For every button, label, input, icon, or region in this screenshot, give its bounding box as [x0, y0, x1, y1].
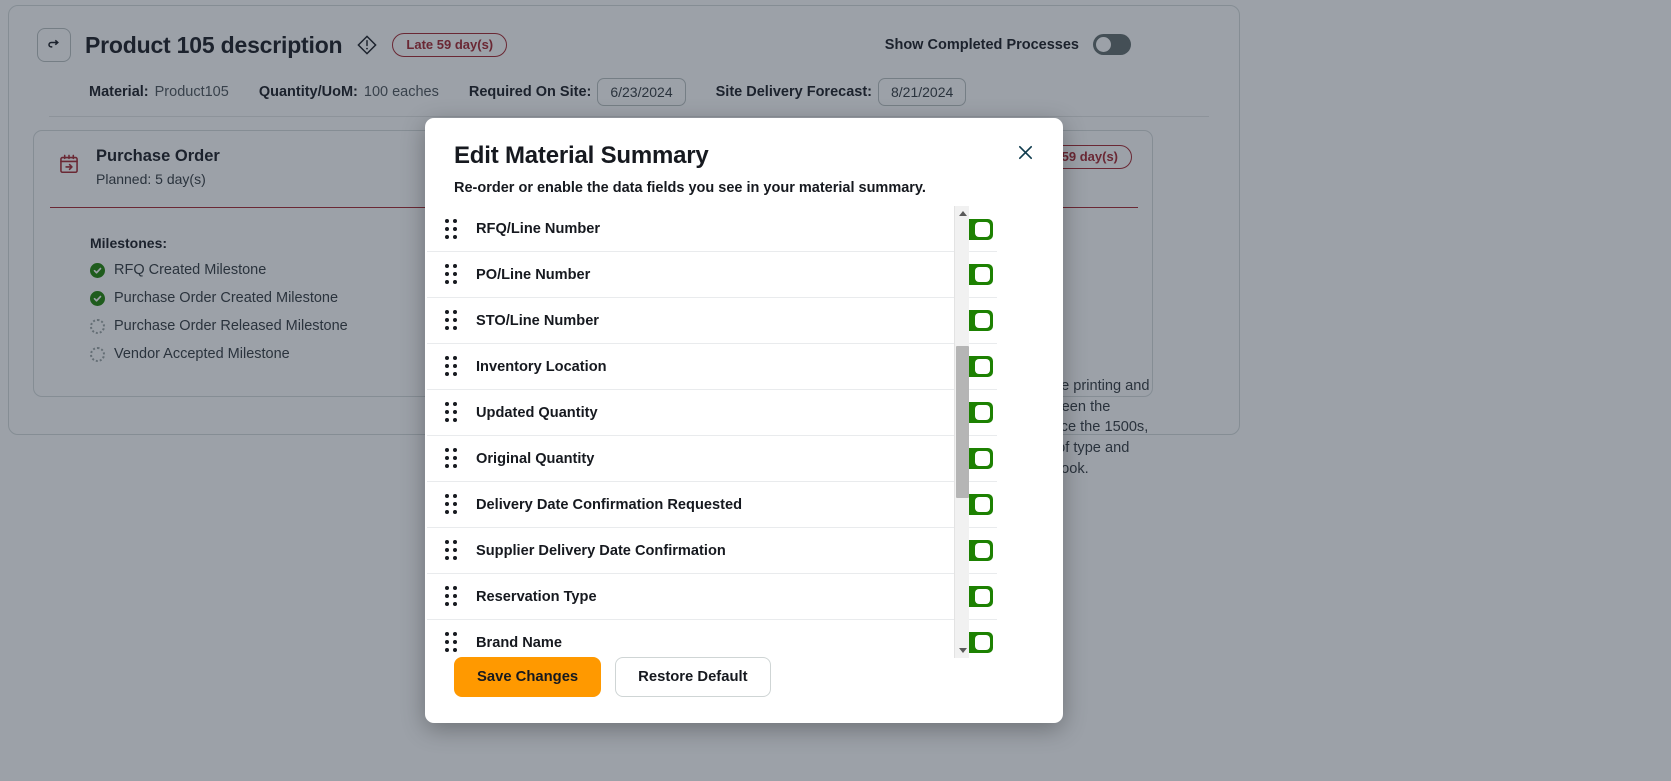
field-row[interactable]: Reservation Type [427, 574, 997, 620]
field-list-region: RFQ/Line Number PO/Line Number STO/Line … [425, 206, 1063, 658]
close-x-icon [1015, 142, 1036, 163]
modal-subtitle: Re-order or enable the data fields you s… [454, 180, 926, 196]
field-row[interactable]: PO/Line Number [427, 252, 997, 298]
field-row-label: STO/Line Number [476, 313, 599, 329]
field-row[interactable]: Delivery Date Confirmation Requested [427, 482, 997, 528]
modal-actions: Save Changes Restore Default [454, 657, 771, 697]
field-row-label: Original Quantity [476, 451, 594, 467]
field-row[interactable]: RFQ/Line Number [427, 206, 997, 252]
field-list-scrollbar[interactable] [954, 206, 969, 658]
field-row-label: Brand Name [476, 635, 562, 651]
drag-handle-icon[interactable] [435, 586, 467, 607]
field-list: RFQ/Line Number PO/Line Number STO/Line … [425, 206, 997, 658]
field-row[interactable]: STO/Line Number [427, 298, 997, 344]
field-row-label: Updated Quantity [476, 405, 598, 421]
field-row-label: Inventory Location [476, 359, 607, 375]
scroll-down-arrow-icon[interactable] [955, 643, 970, 658]
save-changes-button[interactable]: Save Changes [454, 657, 601, 697]
scrollbar-thumb[interactable] [956, 346, 969, 498]
drag-handle-icon[interactable] [435, 402, 467, 423]
close-modal-button[interactable] [1011, 138, 1039, 166]
drag-handle-icon[interactable] [435, 632, 467, 653]
drag-handle-icon[interactable] [435, 448, 467, 469]
drag-handle-icon[interactable] [435, 219, 467, 240]
field-row-label: PO/Line Number [476, 267, 590, 283]
field-row-label: Reservation Type [476, 589, 597, 605]
modal-title: Edit Material Summary [454, 142, 709, 170]
field-row[interactable]: Brand Name [427, 620, 997, 658]
field-row-label: RFQ/Line Number [476, 221, 600, 237]
restore-default-button[interactable]: Restore Default [615, 657, 770, 697]
scroll-up-arrow-icon[interactable] [955, 206, 970, 221]
field-row[interactable]: Updated Quantity [427, 390, 997, 436]
drag-handle-icon[interactable] [435, 264, 467, 285]
drag-handle-icon[interactable] [435, 540, 467, 561]
app-root: Product 105 description Late 59 day(s) M… [0, 0, 1671, 781]
field-row[interactable]: Inventory Location [427, 344, 997, 390]
field-row-label: Supplier Delivery Date Confirmation [476, 543, 726, 559]
field-row[interactable]: Original Quantity [427, 436, 997, 482]
drag-handle-icon[interactable] [435, 356, 467, 377]
field-row-label: Delivery Date Confirmation Requested [476, 497, 742, 513]
field-row[interactable]: Supplier Delivery Date Confirmation [427, 528, 997, 574]
edit-material-summary-modal: Edit Material Summary Re-order or enable… [425, 118, 1063, 723]
drag-handle-icon[interactable] [435, 494, 467, 515]
drag-handle-icon[interactable] [435, 310, 467, 331]
